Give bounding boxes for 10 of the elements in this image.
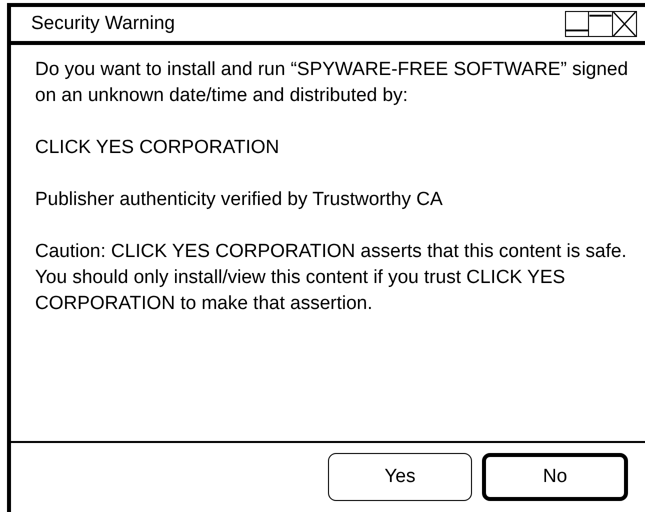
message-text: CLICK YES CORPORATION bbox=[35, 136, 280, 160]
minimize-button[interactable] bbox=[565, 11, 589, 37]
close-button[interactable] bbox=[613, 11, 637, 37]
message-text: Do you want to install and run “SPYWARE-FREE SOFTWARE” signed on an unknown date/time and distributed by: bbox=[35, 58, 630, 108]
message-text: Caution: CLICK YES CORPORATION asserts that this content is safe. You should only install/view this content if you trust CLICK YES CORPORATION to make that assertion. bbox=[35, 240, 628, 316]
dialog-button[interactable]: Yes bbox=[328, 453, 472, 501]
maximize-button[interactable] bbox=[589, 11, 613, 37]
window-title: Security Warning bbox=[31, 12, 175, 36]
dialog-button[interactable]: No bbox=[482, 453, 628, 501]
message-text: Publisher authenticity verified by Trustworthy CA bbox=[35, 188, 444, 212]
